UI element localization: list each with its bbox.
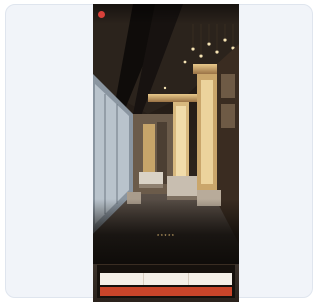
check-in-field[interactable] (100, 273, 145, 285)
top-navigation (93, 4, 239, 24)
hero-gradient (93, 199, 239, 264)
booking-fields (100, 273, 232, 285)
book-now-button[interactable] (100, 287, 232, 296)
check-out-field[interactable] (144, 273, 189, 285)
booking-header (100, 267, 232, 272)
booking-widget (97, 264, 235, 298)
star-rating: ★★★★★ (156, 233, 176, 237)
guests-field[interactable] (189, 273, 232, 285)
page-screenshot: ★★★★★ (93, 4, 239, 302)
brand-logo-icon[interactable] (98, 10, 105, 18)
